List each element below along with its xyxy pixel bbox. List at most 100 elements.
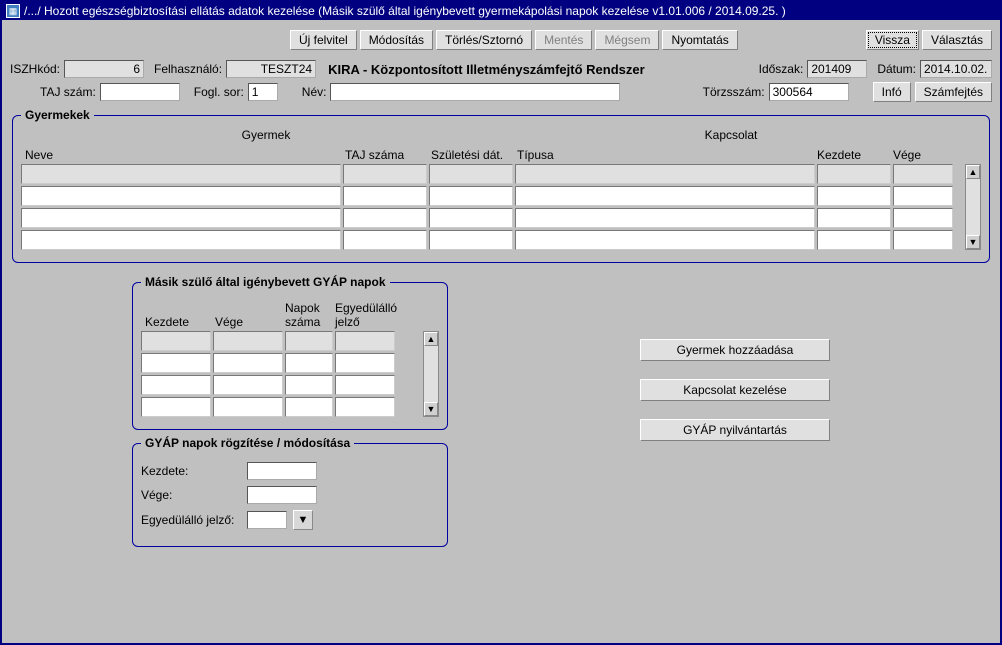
table-cell[interactable] [429, 208, 513, 228]
save-button[interactable]: Mentés [535, 30, 592, 50]
vege-label: Vége: [141, 488, 241, 502]
scroll-down-icon[interactable]: ▼ [424, 402, 438, 416]
table-cell[interactable] [285, 353, 333, 373]
kezdete-label: Kezdete: [141, 464, 241, 478]
foglsor-field[interactable] [248, 83, 278, 101]
datum-field[interactable] [920, 60, 992, 78]
taj-label: TAJ szám: [40, 85, 96, 99]
table-cell[interactable] [21, 208, 341, 228]
col-kezdete: Kezdete [813, 146, 889, 164]
szamfejtes-button[interactable]: Számfejtés [915, 82, 992, 102]
col-szul: Születési dát. [427, 146, 513, 164]
table-cell[interactable] [515, 230, 815, 250]
info-button[interactable]: Infó [873, 82, 911, 102]
table-cell[interactable] [343, 164, 427, 184]
gyermekek-legend: Gyermekek [21, 108, 94, 122]
gyap-napok-fieldset: Másik szülő által igénybevett GYÁP napok… [132, 275, 448, 430]
table-cell[interactable] [515, 186, 815, 206]
table-cell[interactable] [335, 397, 395, 417]
col-egyedul: Egyedülálló jelző [331, 299, 401, 331]
scroll-up-icon[interactable]: ▲ [424, 332, 438, 346]
col-tipus: Típusa [513, 146, 813, 164]
gyap-rogzites-fieldset: GYÁP napok rögzítése / módosítása Kezdet… [132, 436, 448, 547]
table-cell[interactable] [141, 331, 211, 351]
table-cell[interactable] [213, 397, 283, 417]
datum-label: Dátum: [877, 62, 916, 76]
table-cell[interactable] [141, 353, 211, 373]
table-cell[interactable] [21, 186, 341, 206]
table-cell[interactable] [893, 164, 953, 184]
table-cell[interactable] [515, 208, 815, 228]
scroll-down-icon[interactable]: ▼ [966, 235, 980, 249]
idoszak-field[interactable] [807, 60, 867, 78]
table-cell[interactable] [335, 331, 395, 351]
table-cell[interactable] [515, 164, 815, 184]
table-cell[interactable] [213, 375, 283, 395]
table-cell[interactable] [429, 186, 513, 206]
table-cell[interactable] [893, 208, 953, 228]
table-cell[interactable] [817, 230, 891, 250]
nev-label: Név: [302, 85, 327, 99]
felhasznalo-field[interactable] [226, 60, 316, 78]
table-cell[interactable] [343, 208, 427, 228]
group-kapcsolat: Kapcsolat [511, 128, 951, 142]
kezdete-input[interactable] [247, 462, 317, 480]
delete-storno-button[interactable]: Törlés/Sztornó [436, 30, 532, 50]
vege-input[interactable] [247, 486, 317, 504]
side-buttons: Gyermek hozzáadása Kapcsolat kezelése GY… [640, 339, 830, 441]
gyap-nyilvantartas-button[interactable]: GYÁP nyilvántartás [640, 419, 830, 441]
torzsszam-label: Törzsszám: [703, 85, 765, 99]
table-cell[interactable] [343, 186, 427, 206]
table-cell[interactable] [893, 230, 953, 250]
table-cell[interactable] [21, 230, 341, 250]
table-cell[interactable] [213, 353, 283, 373]
window-title: /.../ Hozott egészségbiztosítási ellátás… [24, 4, 786, 18]
egyedul-label: Egyedülálló jelző: [141, 513, 241, 527]
app-icon: ▦ [6, 4, 20, 18]
table-cell[interactable] [213, 331, 283, 351]
iszhkod-field[interactable] [64, 60, 144, 78]
gyermek-hozzaadasa-button[interactable]: Gyermek hozzáadása [640, 339, 830, 361]
dropdown-icon[interactable]: ▼ [293, 510, 313, 530]
back-button[interactable]: Vissza [866, 30, 919, 50]
kapcsolat-kezelese-button[interactable]: Kapcsolat kezelése [640, 379, 830, 401]
felhasznalo-label: Felhasználó: [154, 62, 222, 76]
cancel-button[interactable]: Mégsem [595, 30, 659, 50]
print-button[interactable]: Nyomtatás [662, 30, 737, 50]
foglsor-label: Fogl. sor: [194, 85, 244, 99]
nev-field[interactable] [330, 83, 620, 101]
torzsszam-field[interactable] [769, 83, 849, 101]
table-cell[interactable] [429, 164, 513, 184]
idoszak-label: Időszak: [759, 62, 804, 76]
table-cell[interactable] [285, 397, 333, 417]
col-napok: Napok száma [281, 299, 331, 331]
table-cell[interactable] [285, 331, 333, 351]
col-neve: Neve [21, 146, 341, 164]
scroll-up-icon[interactable]: ▲ [966, 165, 980, 179]
select-button[interactable]: Választás [922, 30, 992, 50]
gyermekek-fieldset: Gyermekek Gyermek Kapcsolat Neve TAJ szá… [12, 108, 990, 263]
table-cell[interactable] [335, 375, 395, 395]
table-cell[interactable] [285, 375, 333, 395]
table-cell[interactable] [141, 397, 211, 417]
table-cell[interactable] [817, 186, 891, 206]
gyermekek-header: Neve TAJ száma Születési dát. Típusa Kez… [21, 146, 981, 164]
app-title: KIRA - Központosított Illetményszámfejtő… [328, 62, 645, 77]
table-cell[interactable] [429, 230, 513, 250]
table-cell[interactable] [335, 353, 395, 373]
col-taj: TAJ száma [341, 146, 427, 164]
gyermekek-scrollbar[interactable]: ▲ ▼ [965, 164, 981, 250]
new-button[interactable]: Új felvitel [290, 30, 357, 50]
table-cell[interactable] [21, 164, 341, 184]
table-cell[interactable] [893, 186, 953, 206]
table-cell[interactable] [141, 375, 211, 395]
modify-button[interactable]: Módosítás [360, 30, 433, 50]
taj-field[interactable] [100, 83, 180, 101]
gyap-scrollbar[interactable]: ▲ ▼ [423, 331, 439, 417]
table-cell[interactable] [817, 164, 891, 184]
table-cell[interactable] [343, 230, 427, 250]
col-kezdete2: Kezdete [141, 313, 211, 331]
table-cell[interactable] [817, 208, 891, 228]
titlebar: ▦ /.../ Hozott egészségbiztosítási ellát… [2, 2, 1000, 20]
egyedul-input[interactable] [247, 511, 287, 529]
